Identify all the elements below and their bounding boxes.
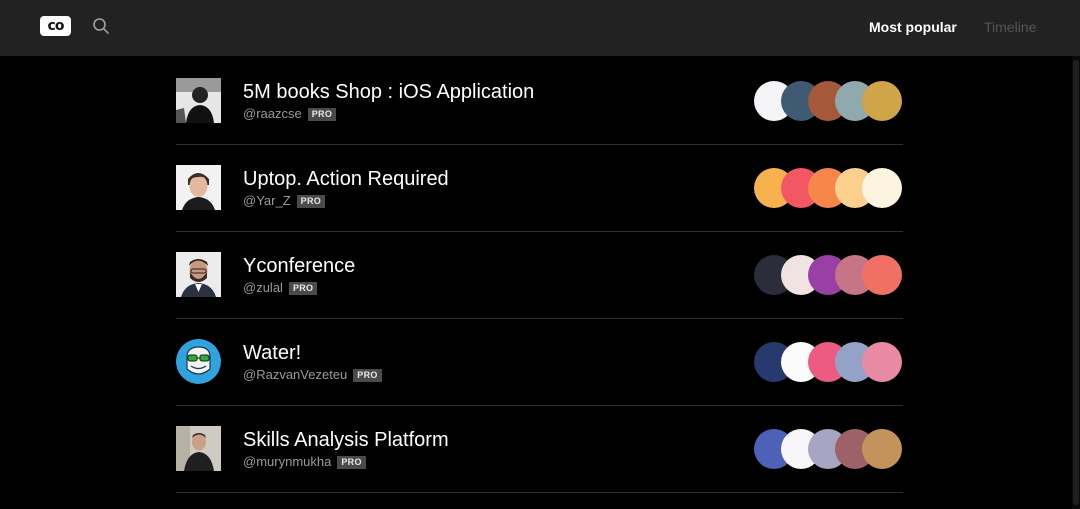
avatar[interactable] — [176, 426, 221, 471]
tab-most-popular[interactable]: Most popular — [869, 18, 957, 36]
color-palette[interactable] — [754, 81, 904, 121]
logo-text: co — [47, 18, 65, 34]
tab-timeline[interactable]: Timeline — [984, 18, 1036, 36]
color-palette[interactable] — [754, 342, 904, 382]
pro-badge: PRO — [288, 281, 318, 295]
avatar[interactable] — [176, 165, 221, 210]
coolors-logo[interactable]: co — [40, 16, 71, 36]
palette-title[interactable]: Water! — [243, 341, 301, 365]
palette-title[interactable]: Skills Analysis Platform — [243, 428, 449, 452]
author-handle[interactable]: @murynmukha — [243, 454, 331, 470]
scrollbar-thumb[interactable] — [1073, 60, 1079, 505]
author-handle[interactable]: @RazvanVezeteu — [243, 367, 347, 383]
author-handle[interactable]: @zulal — [243, 280, 283, 296]
top-navigation-bar: co Most popular Timeline — [0, 0, 1080, 56]
author-meta: @murynmukha PRO — [243, 454, 366, 470]
palette-row[interactable]: Uptop. Action Required @Yar_Z PRO — [176, 145, 903, 232]
pro-badge: PRO — [307, 107, 337, 121]
author-handle[interactable]: @raazcse — [243, 106, 302, 122]
avatar[interactable] — [176, 252, 221, 297]
avatar[interactable] — [176, 339, 221, 384]
avatar[interactable] — [176, 78, 221, 123]
color-swatch[interactable] — [862, 342, 902, 382]
palette-title[interactable]: Yconference — [243, 254, 355, 278]
color-swatch[interactable] — [862, 255, 902, 295]
author-meta: @Yar_Z PRO — [243, 193, 326, 209]
color-palette[interactable] — [754, 255, 904, 295]
palette-row[interactable]: Yconference @zulal PRO — [176, 232, 903, 319]
search-icon[interactable] — [92, 17, 110, 35]
color-swatch[interactable] — [862, 81, 902, 121]
palette-list: 5M books Shop : iOS Application @raazcse… — [176, 58, 903, 493]
palette-row[interactable]: Skills Analysis Platform @murynmukha PRO — [176, 406, 903, 493]
pro-badge: PRO — [337, 455, 366, 469]
author-meta: @raazcse PRO — [243, 106, 337, 122]
color-swatch[interactable] — [862, 429, 902, 469]
palette-title[interactable]: Uptop. Action Required — [243, 167, 449, 191]
author-handle[interactable]: @Yar_Z — [243, 193, 291, 209]
color-swatch[interactable] — [862, 168, 902, 208]
palette-row[interactable]: Water! @RazvanVezeteu PRO — [176, 319, 903, 406]
pro-badge: PRO — [296, 194, 326, 208]
color-palette[interactable] — [754, 168, 904, 208]
palette-row[interactable]: 5M books Shop : iOS Application @raazcse… — [176, 58, 903, 145]
author-meta: @RazvanVezeteu PRO — [243, 367, 382, 383]
palette-title[interactable]: 5M books Shop : iOS Application — [243, 80, 534, 104]
color-palette[interactable] — [754, 429, 904, 469]
pro-badge: PRO — [353, 368, 382, 382]
author-meta: @zulal PRO — [243, 280, 318, 296]
